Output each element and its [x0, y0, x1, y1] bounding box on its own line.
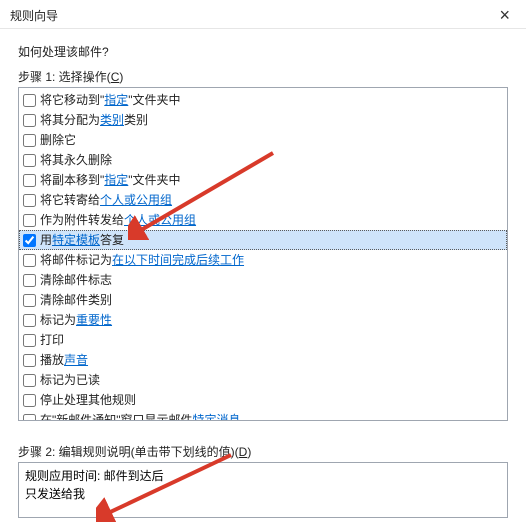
action-link[interactable]: 类别 — [100, 111, 124, 129]
action-checkbox[interactable] — [23, 294, 36, 307]
action-row[interactable]: 将其分配为 类别 类别 — [19, 110, 507, 130]
action-checkbox[interactable] — [23, 274, 36, 287]
action-text: 用 — [40, 231, 52, 249]
action-row[interactable]: 删除它 — [19, 130, 507, 150]
dialog-title: 规则向导 — [10, 7, 58, 24]
action-checkbox[interactable] — [23, 194, 36, 207]
action-row[interactable]: 将其永久删除 — [19, 150, 507, 170]
action-text: 播放 — [40, 351, 64, 369]
action-checkbox[interactable] — [23, 374, 36, 387]
action-row[interactable]: 清除邮件标志 — [19, 270, 507, 290]
action-row[interactable]: 在"新邮件通知"窗口显示邮件 特定消息 — [19, 410, 507, 421]
action-checkbox[interactable] — [23, 114, 36, 127]
step1-label: 步骤 1: 选择操作(C) — [18, 68, 508, 85]
action-text: 删除它 — [40, 131, 76, 149]
step2-label: 步骤 2: 编辑规则说明(单击带下划线的值)(D) — [18, 443, 508, 460]
actions-listbox[interactable]: 将它移动到"指定"文件夹中将其分配为 类别 类别删除它将其永久删除将副本移到"指… — [18, 87, 508, 421]
dialog-content: 如何处理该邮件? 步骤 1: 选择操作(C) 将它移动到"指定"文件夹中将其分配… — [0, 29, 526, 518]
action-row[interactable]: 标记为 重要性 — [19, 310, 507, 330]
action-checkbox[interactable] — [23, 234, 36, 247]
step2-label-prefix: 步骤 2: 编辑规则说明(单击带下划线的值)( — [18, 445, 239, 459]
action-text: 作为附件转发给 — [40, 211, 124, 229]
action-checkbox[interactable] — [23, 154, 36, 167]
step1-label-prefix: 步骤 1: 选择操作( — [18, 70, 111, 84]
action-text: "文件夹中 — [128, 91, 180, 109]
close-icon[interactable]: × — [493, 4, 516, 26]
step2-section: 步骤 2: 编辑规则说明(单击带下划线的值)(D) 规则应用时间: 邮件到达后 … — [18, 443, 508, 518]
action-text: 打印 — [40, 331, 64, 349]
action-row[interactable]: 打印 — [19, 330, 507, 350]
rule-description-box[interactable]: 规则应用时间: 邮件到达后 只发送给我 — [18, 462, 508, 518]
action-link[interactable]: 特定模板 — [52, 231, 100, 249]
description-line: 规则应用时间: 邮件到达后 — [25, 467, 501, 485]
action-text: 将其分配为 — [40, 111, 100, 129]
action-text: 在"新邮件通知"窗口显示邮件 — [40, 411, 193, 421]
action-checkbox[interactable] — [23, 174, 36, 187]
action-checkbox[interactable] — [23, 254, 36, 267]
action-row[interactable]: 清除邮件类别 — [19, 290, 507, 310]
question-label: 如何处理该邮件? — [18, 43, 508, 60]
action-checkbox[interactable] — [23, 354, 36, 367]
action-row[interactable]: 标记为已读 — [19, 370, 507, 390]
description-line: 只发送给我 — [25, 485, 501, 503]
action-text: 类别 — [124, 111, 148, 129]
step2-label-suffix: ) — [247, 445, 251, 459]
action-text: 将它移动到" — [40, 91, 104, 109]
action-text: 停止处理其他规则 — [40, 391, 136, 409]
action-text: 清除邮件标志 — [40, 271, 112, 289]
action-text: 将邮件标记为 — [40, 251, 112, 269]
action-link[interactable]: 个人或公用组 — [100, 191, 172, 209]
action-row[interactable]: 将邮件标记为 在以下时间完成后续工作 — [19, 250, 507, 270]
action-row[interactable]: 将副本移到"指定"文件夹中 — [19, 170, 507, 190]
titlebar: 规则向导 × — [0, 0, 526, 29]
action-text: 将其永久删除 — [40, 151, 112, 169]
action-link[interactable]: 重要性 — [76, 311, 112, 329]
action-link[interactable]: 声音 — [64, 351, 88, 369]
action-row[interactable]: 作为附件转发给 个人或公用组 — [19, 210, 507, 230]
action-row[interactable]: 用 特定模板 答复 — [19, 230, 507, 250]
action-checkbox[interactable] — [23, 414, 36, 422]
action-text: 答复 — [100, 231, 124, 249]
action-row[interactable]: 将它转寄给 个人或公用组 — [19, 190, 507, 210]
action-checkbox[interactable] — [23, 134, 36, 147]
action-checkbox[interactable] — [23, 314, 36, 327]
action-link[interactable]: 特定消息 — [193, 411, 241, 421]
action-row[interactable]: 播放 声音 — [19, 350, 507, 370]
action-link[interactable]: 个人或公用组 — [124, 211, 196, 229]
action-link[interactable]: 指定 — [104, 171, 128, 189]
action-text: 清除邮件类别 — [40, 291, 112, 309]
action-checkbox[interactable] — [23, 394, 36, 407]
action-link[interactable]: 在以下时间完成后续工作 — [112, 251, 244, 269]
action-checkbox[interactable] — [23, 334, 36, 347]
action-checkbox[interactable] — [23, 94, 36, 107]
action-text: 标记为已读 — [40, 371, 100, 389]
action-checkbox[interactable] — [23, 214, 36, 227]
action-text: 标记为 — [40, 311, 76, 329]
step1-label-suffix: ) — [119, 70, 123, 84]
action-row[interactable]: 将它移动到"指定"文件夹中 — [19, 90, 507, 110]
action-text: 将它转寄给 — [40, 191, 100, 209]
action-row[interactable]: 停止处理其他规则 — [19, 390, 507, 410]
action-text: "文件夹中 — [128, 171, 180, 189]
action-text: 将副本移到" — [40, 171, 104, 189]
action-link[interactable]: 指定 — [104, 91, 128, 109]
